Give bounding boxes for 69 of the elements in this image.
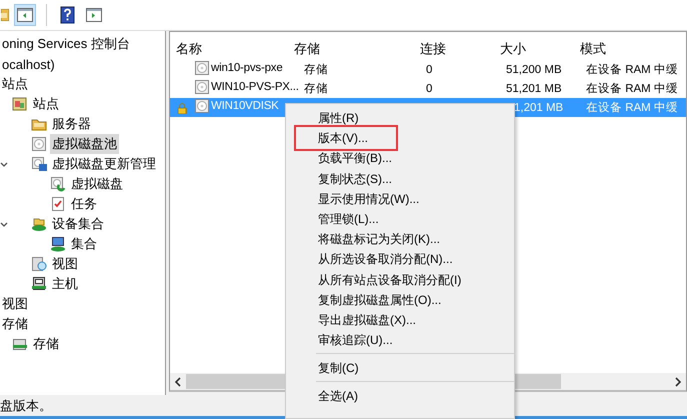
menu-item[interactable]: 负载平衡(B)... bbox=[286, 148, 514, 169]
expand-chevron-icon[interactable] bbox=[0, 160, 8, 168]
disk-icon bbox=[194, 60, 210, 76]
tree-item[interactable]: 视图 bbox=[0, 294, 30, 314]
tree-item[interactable]: 虚拟磁盘 bbox=[69, 174, 125, 194]
task-icon bbox=[50, 196, 66, 212]
table-cell: 在设备 RAM 中缓 bbox=[586, 83, 678, 95]
column-header[interactable]: 大小 bbox=[500, 40, 580, 58]
tree-item[interactable]: 虚拟磁盘池 bbox=[50, 134, 119, 154]
status-text: 盘版本。 bbox=[0, 396, 52, 414]
menu-item[interactable]: 复制(C) bbox=[286, 358, 514, 378]
menu-item[interactable]: 从所选设备取消分配(N)... bbox=[286, 249, 514, 270]
tree-item[interactable]: 设备集合 bbox=[50, 214, 106, 234]
storage-icon bbox=[12, 336, 28, 352]
host-icon bbox=[31, 276, 47, 292]
table-cell: 存储 bbox=[304, 64, 328, 76]
scroll-left-icon[interactable] bbox=[174, 376, 182, 386]
tree-item[interactable]: 集合 bbox=[69, 234, 99, 254]
tree-item[interactable]: 服务器 bbox=[50, 114, 93, 134]
disk-icon bbox=[194, 98, 210, 114]
tree-item[interactable]: 存储 bbox=[31, 334, 61, 354]
tree-item[interactable]: oning Services 控制台 bbox=[0, 34, 132, 54]
pane-button[interactable] bbox=[14, 4, 36, 26]
tree-item[interactable]: 站点 bbox=[0, 74, 30, 94]
disk-row[interactable]: win10-pvs-pxe bbox=[194, 60, 283, 77]
table-cell: 在设备 RAM 中缓 bbox=[586, 102, 678, 114]
menu-item[interactable]: 导出虚拟磁盘(X)... bbox=[286, 310, 514, 330]
table-cell: 51,201 MB bbox=[506, 82, 562, 94]
column-header[interactable]: 模式 bbox=[580, 40, 606, 58]
disk-row[interactable]: WIN10-PVS-PX... bbox=[194, 78, 299, 96]
pane-icon bbox=[85, 6, 103, 24]
folder-icon bbox=[1, 9, 9, 21]
scroll-right-icon[interactable] bbox=[674, 376, 682, 386]
collection-icon bbox=[31, 216, 47, 232]
menu-item[interactable]: 显示使用情况(W)... bbox=[286, 188, 514, 209]
menu-item[interactable]: 版本(V)... bbox=[286, 128, 514, 148]
table-cell: 0 bbox=[426, 82, 432, 94]
table-cell: 在设备 RAM 中缓 bbox=[586, 64, 678, 76]
tree-item[interactable]: 主机 bbox=[50, 274, 80, 294]
menu-item[interactable]: 复制状态(S)... bbox=[286, 168, 514, 189]
table-cell: 0 bbox=[426, 64, 432, 76]
disk-icon bbox=[194, 79, 210, 96]
expand-chevron-icon[interactable] bbox=[0, 220, 8, 228]
disk-update-icon bbox=[31, 156, 47, 172]
computer-icon bbox=[50, 236, 66, 252]
menu-item[interactable]: 复制虚拟磁盘属性(O)... bbox=[286, 290, 514, 310]
tree-item[interactable]: 站点 bbox=[31, 94, 61, 114]
tree-item[interactable]: 虚拟磁盘更新管理 bbox=[50, 154, 158, 174]
table-cell: 1,201 MB bbox=[514, 102, 564, 114]
site-icon bbox=[12, 96, 28, 112]
column-header[interactable]: 名称 bbox=[170, 40, 294, 58]
tree-item[interactable]: ocalhost) bbox=[0, 56, 57, 72]
menu-item[interactable]: 审核追踪(U)... bbox=[286, 330, 514, 350]
pane-icon bbox=[16, 6, 34, 24]
tree-item[interactable]: 任务 bbox=[69, 194, 99, 214]
menu-item[interactable]: 属性(R) bbox=[286, 108, 514, 128]
tree-item[interactable]: 存储 bbox=[0, 314, 30, 334]
table-cell: 51,200 MB bbox=[506, 64, 562, 76]
column-header[interactable]: 存储 bbox=[294, 40, 420, 58]
table-cell: 存储 bbox=[304, 83, 328, 95]
view-icon bbox=[31, 256, 47, 272]
menu-item[interactable]: 将磁盘标记为关闭(K)... bbox=[286, 229, 514, 250]
menu-item[interactable]: 全选(A) bbox=[286, 386, 514, 407]
disk-icon bbox=[31, 136, 47, 152]
help-icon bbox=[59, 6, 77, 24]
menu-item[interactable]: 从所有站点设备取消分配(I) bbox=[286, 270, 514, 290]
column-header[interactable]: 连接 bbox=[420, 40, 500, 58]
tree-item[interactable]: 视图 bbox=[50, 254, 80, 274]
menu-item[interactable]: 管理锁(L)... bbox=[286, 208, 514, 230]
